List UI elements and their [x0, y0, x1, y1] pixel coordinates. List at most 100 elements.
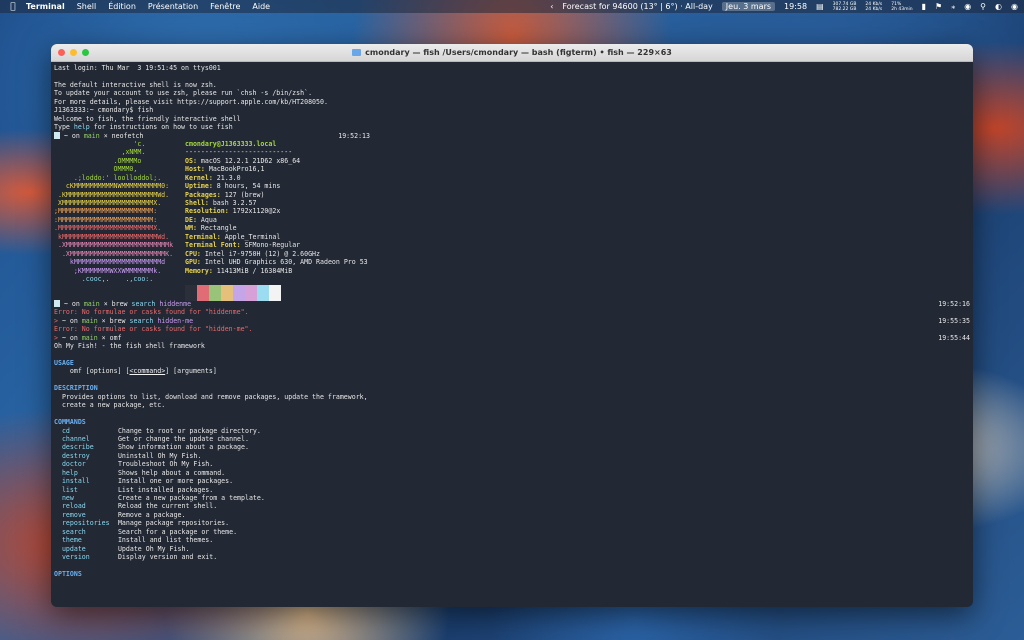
folder-icon: [352, 49, 362, 56]
terminal-output[interactable]: Last login: Thu Mar 3 19:51:45 on ttys00…: [54, 64, 970, 607]
term-line: The default interactive shell is now zsh…: [54, 80, 217, 89]
error-line: Error: No formulae or casks found for "h…: [54, 325, 970, 333]
error-line: Error: No formulae or casks found for "h…: [54, 308, 970, 316]
command-name: cd: [61, 426, 70, 435]
info-row: DE: Aqua: [185, 215, 217, 224]
command-arg: hiddenme: [159, 299, 192, 308]
control-center-icon[interactable]: ◐: [995, 2, 1002, 11]
net-stats[interactable]: 24 Kb/s 24 Kb/s: [865, 2, 882, 12]
info-key: DE: [185, 215, 193, 224]
info-value: 8 hours, 54 mins: [216, 182, 281, 191]
art-line: ,xNMM.: [54, 148, 146, 157]
battery-stats[interactable]: 71% 2h 43min: [891, 2, 912, 12]
window-title: cmondary — fish /Users/cmondary — bash (…: [51, 48, 973, 57]
command-desc: Change to root or package directory.: [117, 426, 261, 435]
prompt-path: ~ on: [60, 299, 84, 308]
command-name: help: [61, 468, 78, 477]
info-key: CPU: [185, 249, 197, 258]
info-row: Memory: 11413MiB / 16384MiB: [185, 266, 293, 275]
art-line: :MMMMMMMMMMMMMMMMMMMMMMMM:: [54, 215, 158, 224]
git-branch: main: [83, 131, 100, 140]
zoom-button[interactable]: [82, 49, 89, 56]
battery-icon[interactable]: ▮: [922, 2, 926, 11]
git-dirty: ×: [97, 316, 110, 325]
chevron-left-icon[interactable]: ‹: [550, 2, 553, 11]
date-label[interactable]: Jeu. 3 mars: [721, 2, 776, 11]
color-swatch: [269, 284, 281, 301]
close-button[interactable]: [58, 49, 65, 56]
menu-help[interactable]: Aide: [252, 2, 270, 11]
info-key: Kernel: [185, 173, 209, 182]
art-line: .OMMMMo: [54, 156, 142, 165]
info-value: macOS 12.2.1 21D62 x86_64: [200, 156, 301, 165]
desc-text: create a new package, etc.: [61, 401, 166, 410]
art-line: 'c.: [54, 139, 146, 148]
section-heading: USAGE: [54, 359, 74, 367]
terminal-window[interactable]: cmondary — fish /Users/cmondary — bash (…: [51, 44, 973, 607]
info-key: Host: [185, 165, 201, 174]
art-line: XMMMMMMMMMMMMMMMMMMMMMMMX.: [54, 199, 162, 207]
color-swatch: [185, 284, 197, 301]
info-key: Terminal: [185, 232, 217, 241]
menu-window[interactable]: Fenêtre: [210, 2, 240, 11]
command-row: doctor Troubleshoot Oh My Fish.: [54, 460, 970, 468]
info-key: OS: [185, 156, 193, 165]
command-row: version Display version and exit.: [54, 553, 970, 561]
command-row: reload Reload the current shell.: [54, 502, 970, 510]
help-prefix: Type: [54, 123, 74, 132]
command-desc: Install and list themes.: [117, 536, 214, 545]
info-key: GPU: [185, 258, 197, 267]
command-row: remove Remove a package.: [54, 511, 970, 519]
command-name: update: [61, 544, 86, 553]
lock-icon[interactable]: ▤: [816, 2, 824, 11]
error-text: Error: No formulae or casks found for "h…: [54, 308, 249, 317]
command-desc: Search for a package or theme.: [117, 527, 238, 536]
title-bar[interactable]: cmondary — fish /Users/cmondary — bash (…: [51, 44, 973, 62]
git-dirty: ×: [99, 299, 112, 308]
command-desc: Update Oh My Fish.: [117, 544, 190, 553]
command-name: list: [61, 485, 78, 494]
usage-line: omf [options] [<command>] [arguments]: [54, 367, 970, 375]
command-list: cd Change to root or package directory. c…: [54, 427, 970, 562]
info-row: Uptime: 8 hours, 54 mins: [185, 182, 281, 191]
info-key: Uptime: [185, 182, 209, 191]
calendar-forecast[interactable]: Forecast for 94600 (13° | 6°) · All-day: [562, 2, 712, 11]
color-swatch: [233, 284, 245, 301]
command-desc: Create a new package from a template.: [117, 494, 265, 502]
command-row: update Update Oh My Fish.: [54, 545, 970, 553]
wifi-icon[interactable]: ◉: [964, 2, 971, 11]
time-label[interactable]: 19:58: [784, 2, 807, 11]
flag-icon[interactable]: ⚑: [935, 2, 942, 11]
search-icon[interactable]: ⚲: [980, 2, 986, 11]
minimize-button[interactable]: [70, 49, 77, 56]
prompt-path: ~ on: [57, 316, 82, 325]
command-row: install Install one or more packages.: [54, 477, 970, 485]
menu-edit[interactable]: Édition: [108, 2, 136, 11]
menu-shell[interactable]: Shell: [77, 2, 97, 11]
git-dirty: ×: [97, 333, 110, 342]
timestamp: 19:55:44: [938, 333, 970, 342]
art-line: .XMMMMMMMMMMMMMMMMMMMMMMMMMMk: [54, 241, 174, 250]
menu-app-name[interactable]: Terminal: [26, 2, 65, 11]
section-heading: COMMANDS: [54, 418, 86, 427]
menu-view[interactable]: Présentation: [148, 2, 198, 11]
info-key: Memory: [185, 266, 209, 275]
color-swatch: [257, 284, 269, 301]
color-swatch: [197, 284, 209, 301]
prompt-line: > ~ on main × omf 19:55:44: [54, 334, 970, 342]
command-name: reload: [61, 502, 86, 511]
command-arg: hidden-me: [157, 316, 194, 325]
art-line: ;KMMMMMMMWXXWMMMMMMMk.: [54, 266, 162, 275]
command: brew: [111, 299, 128, 308]
siri-icon[interactable]: ◉: [1011, 2, 1018, 11]
bluetooth-icon[interactable]: ⁎: [951, 2, 955, 11]
apple-menu-icon[interactable]: : [0, 2, 26, 12]
art-line: cKMMMMMMMMMMNWMMMMMMMMMM0:: [54, 182, 170, 191]
git-branch: main: [81, 333, 98, 342]
system-info: cmondary@J1363333.local ----------------…: [185, 140, 368, 301]
info-value: bash 3.2.57: [212, 199, 257, 207]
disk-stats[interactable]: 307.74 GB 782.22 GB: [833, 2, 857, 12]
art-line: .XMMMMMMMMMMMMMMMMMMMMMMMMK.: [54, 249, 174, 258]
